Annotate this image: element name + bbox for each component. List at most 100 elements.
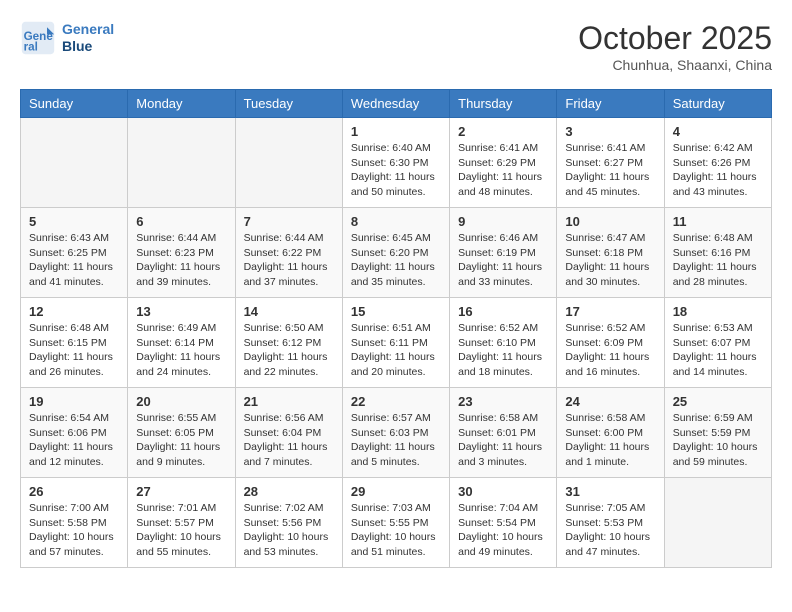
day-number: 31: [565, 484, 655, 499]
calendar-week-5: 26Sunrise: 7:00 AMSunset: 5:58 PMDayligh…: [21, 478, 772, 568]
calendar-table: SundayMondayTuesdayWednesdayThursdayFrid…: [20, 89, 772, 568]
cell-info: Sunrise: 6:45 AMSunset: 6:20 PMDaylight:…: [351, 231, 441, 290]
day-number: 26: [29, 484, 119, 499]
weekday-header-thursday: Thursday: [450, 90, 557, 118]
calendar-cell: 10 Sunrise: 6:47 AMSunset: 6:18 PMDayligh…: [557, 208, 664, 298]
calendar-cell: 18 Sunrise: 6:53 AMSunset: 6:07 PMDayligh…: [664, 298, 771, 388]
weekday-header-wednesday: Wednesday: [342, 90, 449, 118]
logo: Gene ral General Blue: [20, 20, 114, 56]
weekday-header-saturday: Saturday: [664, 90, 771, 118]
logo-line2: Blue: [62, 38, 114, 55]
calendar-week-1: 1 Sunrise: 6:40 AMSunset: 6:30 PMDaylight…: [21, 118, 772, 208]
calendar-cell: 19 Sunrise: 6:54 AMSunset: 6:06 PMDayligh…: [21, 388, 128, 478]
calendar-cell: 28 Sunrise: 7:02 AMSunset: 5:56 PMDayligh…: [235, 478, 342, 568]
cell-info: Sunrise: 6:55 AMSunset: 6:05 PMDaylight:…: [136, 411, 226, 470]
day-number: 28: [244, 484, 334, 499]
day-number: 20: [136, 394, 226, 409]
day-number: 14: [244, 304, 334, 319]
calendar-cell: 6 Sunrise: 6:44 AMSunset: 6:23 PMDaylight…: [128, 208, 235, 298]
day-number: 23: [458, 394, 548, 409]
weekday-header-friday: Friday: [557, 90, 664, 118]
calendar-cell: 25Sunrise: 6:59 AMSunset: 5:59 PMDayligh…: [664, 388, 771, 478]
cell-info: Sunrise: 6:54 AMSunset: 6:06 PMDaylight:…: [29, 411, 119, 470]
day-number: 8: [351, 214, 441, 229]
cell-info: Sunrise: 6:47 AMSunset: 6:18 PMDaylight:…: [565, 231, 655, 290]
calendar-cell: 8 Sunrise: 6:45 AMSunset: 6:20 PMDaylight…: [342, 208, 449, 298]
cell-info: Sunrise: 6:58 AMSunset: 6:01 PMDaylight:…: [458, 411, 548, 470]
cell-info: Sunrise: 7:03 AMSunset: 5:55 PMDaylight:…: [351, 501, 441, 560]
day-number: 18: [673, 304, 763, 319]
calendar-cell: [21, 118, 128, 208]
cell-info: Sunrise: 6:53 AMSunset: 6:07 PMDaylight:…: [673, 321, 763, 380]
month-title: October 2025: [578, 20, 772, 57]
calendar-cell: 27Sunrise: 7:01 AMSunset: 5:57 PMDayligh…: [128, 478, 235, 568]
calendar-cell: 9 Sunrise: 6:46 AMSunset: 6:19 PMDaylight…: [450, 208, 557, 298]
calendar-cell: 1 Sunrise: 6:40 AMSunset: 6:30 PMDaylight…: [342, 118, 449, 208]
calendar-week-4: 19 Sunrise: 6:54 AMSunset: 6:06 PMDayligh…: [21, 388, 772, 478]
calendar-cell: 29Sunrise: 7:03 AMSunset: 5:55 PMDayligh…: [342, 478, 449, 568]
calendar-cell: 12 Sunrise: 6:48 AMSunset: 6:15 PMDayligh…: [21, 298, 128, 388]
calendar-cell: 13Sunrise: 6:49 AMSunset: 6:14 PMDayligh…: [128, 298, 235, 388]
day-number: 16: [458, 304, 548, 319]
cell-info: Sunrise: 6:41 AMSunset: 6:29 PMDaylight:…: [458, 141, 548, 200]
cell-info: Sunrise: 6:40 AMSunset: 6:30 PMDaylight:…: [351, 141, 441, 200]
cell-info: Sunrise: 6:48 AMSunset: 6:15 PMDaylight:…: [29, 321, 119, 380]
calendar-cell: 16 Sunrise: 6:52 AMSunset: 6:10 PMDayligh…: [450, 298, 557, 388]
calendar-cell: [664, 478, 771, 568]
cell-info: Sunrise: 7:05 AMSunset: 5:53 PMDaylight:…: [565, 501, 655, 560]
day-number: 10: [565, 214, 655, 229]
day-number: 19: [29, 394, 119, 409]
cell-info: Sunrise: 6:44 AMSunset: 6:23 PMDaylight:…: [136, 231, 226, 290]
calendar-cell: 5Sunrise: 6:43 AMSunset: 6:25 PMDaylight…: [21, 208, 128, 298]
cell-info: Sunrise: 7:01 AMSunset: 5:57 PMDaylight:…: [136, 501, 226, 560]
day-number: 9: [458, 214, 548, 229]
weekday-header-row: SundayMondayTuesdayWednesdayThursdayFrid…: [21, 90, 772, 118]
calendar-cell: 21Sunrise: 6:56 AMSunset: 6:04 PMDayligh…: [235, 388, 342, 478]
day-number: 24: [565, 394, 655, 409]
cell-info: Sunrise: 6:57 AMSunset: 6:03 PMDaylight:…: [351, 411, 441, 470]
cell-info: Sunrise: 6:58 AMSunset: 6:00 PMDaylight:…: [565, 411, 655, 470]
cell-info: Sunrise: 6:46 AMSunset: 6:19 PMDaylight:…: [458, 231, 548, 290]
day-number: 5: [29, 214, 119, 229]
cell-info: Sunrise: 6:42 AMSunset: 6:26 PMDaylight:…: [673, 141, 763, 200]
logo-line1: General: [62, 21, 114, 38]
day-number: 17: [565, 304, 655, 319]
cell-info: Sunrise: 6:52 AMSunset: 6:10 PMDaylight:…: [458, 321, 548, 380]
day-number: 11: [673, 214, 763, 229]
calendar-cell: 24 Sunrise: 6:58 AMSunset: 6:00 PMDayligh…: [557, 388, 664, 478]
location-subtitle: Chunhua, Shaanxi, China: [578, 57, 772, 73]
day-number: 7: [244, 214, 334, 229]
cell-info: Sunrise: 6:41 AMSunset: 6:27 PMDaylight:…: [565, 141, 655, 200]
calendar-cell: 7 Sunrise: 6:44 AMSunset: 6:22 PMDaylight…: [235, 208, 342, 298]
calendar-week-3: 12 Sunrise: 6:48 AMSunset: 6:15 PMDayligh…: [21, 298, 772, 388]
calendar-cell: 2 Sunrise: 6:41 AMSunset: 6:29 PMDaylight…: [450, 118, 557, 208]
calendar-cell: 22Sunrise: 6:57 AMSunset: 6:03 PMDayligh…: [342, 388, 449, 478]
calendar-cell: 26Sunrise: 7:00 AMSunset: 5:58 PMDayligh…: [21, 478, 128, 568]
day-number: 2: [458, 124, 548, 139]
day-number: 3: [565, 124, 655, 139]
calendar-cell: 17 Sunrise: 6:52 AMSunset: 6:09 PMDayligh…: [557, 298, 664, 388]
day-number: 15: [351, 304, 441, 319]
calendar-cell: 23 Sunrise: 6:58 AMSunset: 6:01 PMDayligh…: [450, 388, 557, 478]
day-number: 6: [136, 214, 226, 229]
cell-info: Sunrise: 6:56 AMSunset: 6:04 PMDaylight:…: [244, 411, 334, 470]
calendar-cell: 11 Sunrise: 6:48 AMSunset: 6:16 PMDayligh…: [664, 208, 771, 298]
cell-info: Sunrise: 6:51 AMSunset: 6:11 PMDaylight:…: [351, 321, 441, 380]
day-number: 13: [136, 304, 226, 319]
day-number: 1: [351, 124, 441, 139]
calendar-cell: 20 Sunrise: 6:55 AMSunset: 6:05 PMDayligh…: [128, 388, 235, 478]
cell-info: Sunrise: 6:52 AMSunset: 6:09 PMDaylight:…: [565, 321, 655, 380]
svg-text:ral: ral: [24, 41, 38, 54]
cell-info: Sunrise: 6:50 AMSunset: 6:12 PMDaylight:…: [244, 321, 334, 380]
day-number: 12: [29, 304, 119, 319]
cell-info: Sunrise: 6:44 AMSunset: 6:22 PMDaylight:…: [244, 231, 334, 290]
cell-info: Sunrise: 6:48 AMSunset: 6:16 PMDaylight:…: [673, 231, 763, 290]
calendar-cell: 3 Sunrise: 6:41 AMSunset: 6:27 PMDaylight…: [557, 118, 664, 208]
calendar-cell: 14 Sunrise: 6:50 AMSunset: 6:12 PMDayligh…: [235, 298, 342, 388]
cell-info: Sunrise: 7:02 AMSunset: 5:56 PMDaylight:…: [244, 501, 334, 560]
weekday-header-sunday: Sunday: [21, 90, 128, 118]
day-number: 30: [458, 484, 548, 499]
cell-info: Sunrise: 6:59 AMSunset: 5:59 PMDaylight:…: [673, 411, 763, 470]
calendar-cell: 15 Sunrise: 6:51 AMSunset: 6:11 PMDayligh…: [342, 298, 449, 388]
weekday-header-monday: Monday: [128, 90, 235, 118]
